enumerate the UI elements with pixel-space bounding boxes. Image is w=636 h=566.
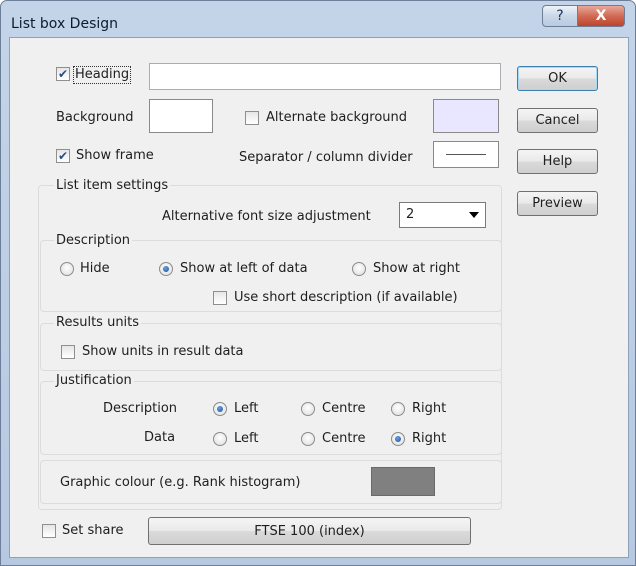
alternate-background-checkbox[interactable] [245,111,259,125]
list-item-settings-title: List item settings [54,178,171,194]
preview-button[interactable]: Preview [517,191,598,216]
checkmark-icon: ✔ [57,67,69,81]
justification-data-label: Data [144,430,176,445]
show-units-checkbox[interactable] [61,345,75,359]
ok-button[interactable]: OK [517,66,598,91]
font-adjustment-value: 2 [406,207,415,222]
justify-description-centre-radio[interactable] [301,402,315,416]
font-adjustment-select[interactable]: 2 [399,202,486,228]
cancel-button[interactable]: Cancel [517,108,598,133]
question-icon: ? [556,8,564,24]
alternate-background-label: Alternate background [266,110,408,125]
description-right-radio[interactable] [352,262,366,276]
heading-input[interactable] [149,63,501,90]
results-units-title: Results units [54,315,142,331]
help-button[interactable]: Help [517,149,598,174]
font-adjustment-label: Alternative font size adjustment [162,209,371,224]
justify-data-left-radio[interactable] [213,432,227,446]
show-units-label: Show units in result data [82,344,244,359]
show-frame-checkbox[interactable]: ✔ [56,149,70,163]
background-label: Background [56,110,134,125]
help-title-button[interactable]: ? [542,5,578,27]
alternate-background-swatch[interactable] [433,99,499,133]
dropdown-arrow-icon [469,212,479,218]
separator-label: Separator / column divider [239,150,413,165]
heading-checkbox[interactable]: ✔ [56,67,70,81]
graphic-colour-label: Graphic colour (e.g. Rank histogram) [60,475,301,490]
justify-data-centre-radio[interactable] [301,432,315,446]
close-icon: X [595,8,607,24]
justify-data-right-label: Right [412,431,447,446]
justify-data-centre-label: Centre [322,431,366,446]
short-description-checkbox[interactable] [213,291,227,305]
graphic-colour-swatch[interactable] [371,467,435,496]
show-frame-label: Show frame [76,148,154,163]
justify-data-left-label: Left [234,431,259,446]
description-title: Description [54,233,133,249]
dialog-window: List box Design ? X ✔ Heading Background… [0,0,636,566]
separator-line [446,154,486,155]
set-share-checkbox[interactable] [42,524,56,538]
checkmark-icon: ✔ [57,149,69,163]
justify-description-left-label: Left [234,401,259,416]
share-select-button[interactable]: FTSE 100 (index) [148,517,471,545]
dialog-body: ✔ Heading Background Alternate backgroun… [9,37,629,558]
description-right-label: Show at right [373,261,460,276]
background-color-swatch[interactable] [149,99,213,133]
justification-title: Justification [54,373,134,389]
justify-description-left-radio[interactable] [213,402,227,416]
justify-description-right-radio[interactable] [391,402,405,416]
description-hide-label: Hide [80,261,110,276]
justification-description-label: Description [103,401,178,416]
close-button[interactable]: X [577,5,625,27]
set-share-label: Set share [62,523,124,538]
description-hide-radio[interactable] [60,262,74,276]
separator-swatch[interactable] [433,141,499,168]
justify-description-centre-label: Centre [322,401,366,416]
window-title: List box Design [11,16,119,32]
description-left-label: Show at left of data [180,261,308,276]
short-description-label: Use short description (if available) [234,290,458,305]
heading-label: Heading [73,66,132,84]
justify-data-right-radio[interactable] [391,432,405,446]
description-left-radio[interactable] [159,262,173,276]
justify-description-right-label: Right [412,401,447,416]
